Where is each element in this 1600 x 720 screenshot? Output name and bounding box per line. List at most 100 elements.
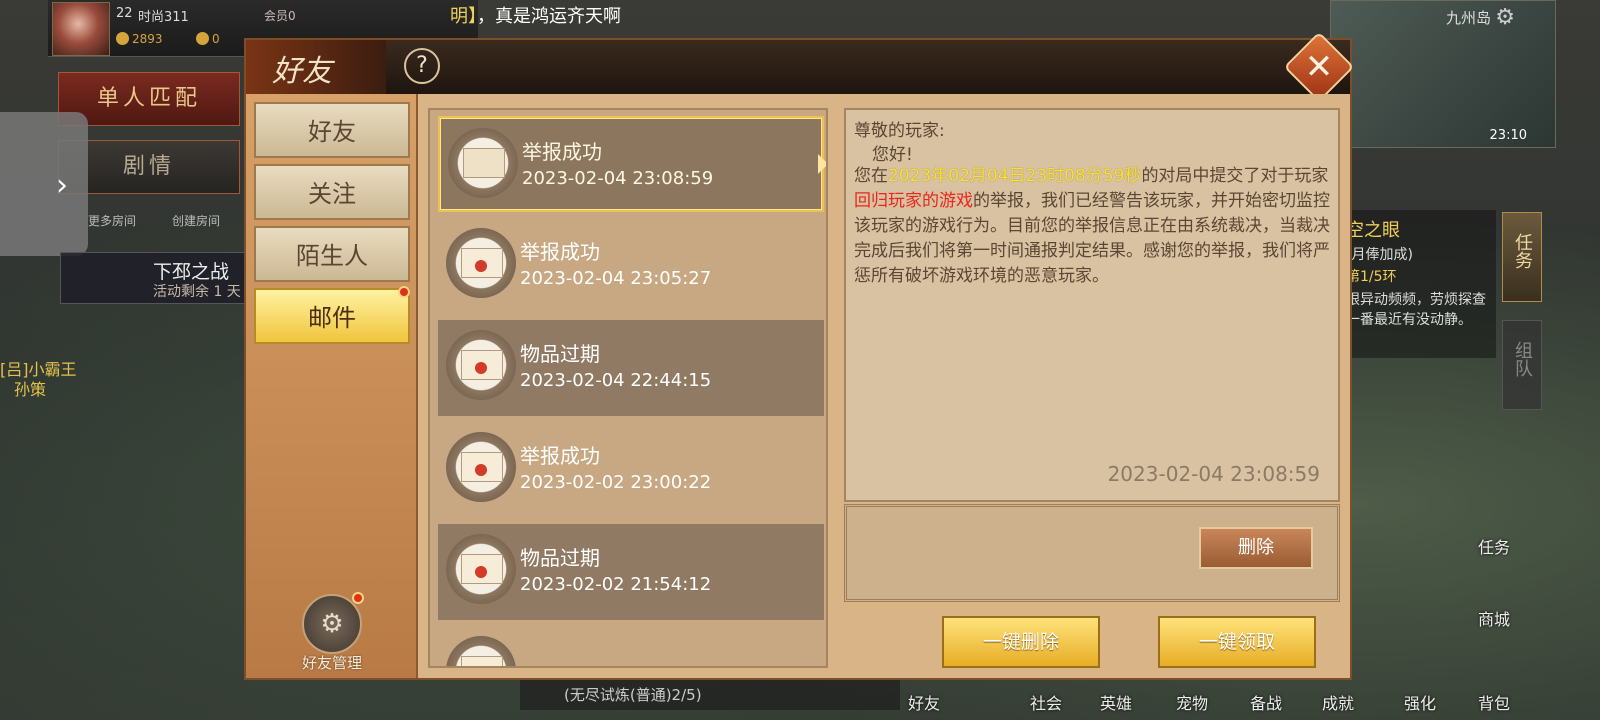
task-bonus: (月俸加成) — [1346, 247, 1413, 263]
location-label: 九州岛 — [1445, 9, 1491, 27]
bottom-nav-pets[interactable]: 宠物 — [1176, 690, 1208, 714]
gold-value: 0 — [212, 32, 220, 46]
mail-item[interactable]: 举报成功 2023-02-04 23:08:59 — [438, 116, 826, 212]
friends-nav: 好友 关注 陌生人 邮件 ⚙ 好友管理 — [246, 94, 419, 678]
mail-time: 2023-02-02 21:54:12 — [520, 574, 712, 595]
gear-icon[interactable]: ⚙ — [1495, 5, 1515, 30]
player-nameplate: [吕]小霸王 孙策 — [0, 360, 77, 400]
clock-label: 23:10 — [1489, 128, 1527, 143]
mail-item[interactable]: 举报成功 2023-02-04 23:05:27 — [438, 218, 824, 314]
mail-detail: 尊敬的玩家: 您好! 您在2023年02月04日23时08分59秒的对局中提交了… — [844, 108, 1340, 502]
mail-notification-dot — [398, 286, 410, 298]
mail-time: 2023-02-02 23:00:22 — [520, 472, 712, 493]
dialog-title: 好友 — [272, 54, 332, 89]
mail-title: 举报成功 — [522, 140, 602, 164]
body-part: 的对局中提交了对于玩家 — [1141, 166, 1329, 186]
mail-item[interactable]: 举报成功 2023-02-02 23:00:22 — [438, 422, 824, 518]
mail-title: 物品过期 — [520, 546, 600, 570]
envelope-icon — [446, 534, 516, 604]
body-game-name: 回归玩家的游戏 — [854, 191, 973, 211]
mail-greeting: 您好! — [872, 145, 913, 165]
marquee-highlight: 明】 — [450, 6, 477, 27]
help-icon[interactable]: ? — [404, 48, 440, 84]
coin-counter: 2893 — [116, 32, 163, 46]
gold-icon — [196, 32, 209, 45]
create-room-link[interactable]: 创建房间 — [172, 212, 220, 229]
bottom-nav-friends[interactable]: 好友 — [908, 690, 940, 714]
claim-all-button[interactable]: 一键领取 — [1158, 616, 1316, 668]
vip-badge: 会员0 — [264, 9, 296, 23]
bottom-nav-bag[interactable]: 背包 — [1478, 690, 1510, 714]
chevron-right-icon: › — [56, 168, 68, 203]
expand-panel-tab[interactable]: › — [0, 112, 88, 256]
player-level: 22 — [116, 6, 133, 21]
envelope-icon — [446, 228, 516, 298]
tab-friends[interactable]: 好友 — [254, 102, 410, 158]
envelope-open-icon — [448, 128, 518, 198]
right-nav-task[interactable]: 任务 — [1478, 534, 1510, 558]
bottom-nav-enhance[interactable]: 强化 — [1404, 690, 1436, 714]
nameplate-name: 孙策 — [14, 380, 47, 399]
task-title: 空之眼 — [1346, 220, 1400, 241]
coin-icon — [116, 32, 129, 45]
mail-item[interactable]: 物品过期 2023-02-04 22:44:15 — [438, 320, 824, 416]
event-subtitle: 活动剩余 1 天 — [153, 284, 241, 300]
mail-title: 物品过期 — [520, 342, 600, 366]
body-date: 2023年02月04日23时08分59秒 — [888, 166, 1142, 186]
attachment-area: 删除 — [844, 504, 1340, 602]
envelope-icon — [446, 432, 516, 502]
body-part: 您在 — [854, 166, 888, 186]
title-plate: 好友 — [246, 40, 386, 94]
mail-salutation: 尊敬的玩家: — [854, 121, 945, 141]
mail-time: 2023-02-04 23:05:27 — [520, 268, 712, 289]
close-button[interactable]: ✕ — [1283, 31, 1355, 103]
dialog-header: 好友 ? ✕ — [246, 31, 1355, 103]
envelope-icon — [446, 636, 516, 666]
bottom-nav-social[interactable]: 社会 — [1030, 690, 1062, 714]
coin-value: 2893 — [132, 32, 163, 46]
friend-manager-button[interactable]: ⚙ — [302, 594, 362, 654]
mail-item[interactable]: 物品过期 2023-02-02 21:54:12 — [438, 524, 824, 620]
bottom-nav-heroes[interactable]: 英雄 — [1100, 690, 1132, 714]
mail-body: 您在2023年02月04日23时08分59秒的对局中提交了对于玩家回归玩家的游戏… — [854, 164, 1330, 289]
delete-mail-button[interactable]: 删除 — [1199, 527, 1313, 569]
tab-follow[interactable]: 关注 — [254, 164, 410, 220]
player-avatar[interactable] — [52, 2, 110, 56]
gold-counter: 0 — [196, 32, 220, 46]
bottom-nav-achievements[interactable]: 成就 — [1322, 690, 1354, 714]
mail-time: 2023-02-04 22:44:15 — [520, 370, 712, 391]
task-progress: 第1/5环 — [1346, 269, 1397, 285]
mail-time: 2023-02-04 23:08:59 — [522, 168, 714, 189]
tab-strangers[interactable]: 陌生人 — [254, 226, 410, 282]
envelope-icon — [446, 330, 516, 400]
mail-sent-time: 2023-02-04 23:08:59 — [1107, 462, 1320, 486]
tab-task-label: 任务 — [1512, 233, 1533, 269]
mail-list[interactable]: 举报成功 2023-02-04 23:08:59 举报成功 2023-02-04… — [428, 108, 828, 668]
friends-dialog: 好友 ? ✕ 好友 关注 陌生人 邮件 ⚙ 好友管理 举报成功 2023-02-… — [244, 31, 1355, 680]
friend-manager-label: 好友管理 — [301, 654, 362, 672]
task-tracker[interactable]: 空之眼 (月俸加成) 第1/5环 眼异动频频，劳烦探查一番最近有没动静。 — [1328, 210, 1496, 358]
tab-task[interactable]: 任务 — [1502, 212, 1542, 302]
mail-content: 举报成功 2023-02-04 23:08:59 举报成功 2023-02-04… — [418, 94, 1350, 678]
right-nav-shop[interactable]: 商城 — [1478, 606, 1510, 630]
tab-mail[interactable]: 邮件 — [254, 288, 410, 344]
manager-notification-dot — [352, 592, 364, 604]
bottom-nav-prepare[interactable]: 备战 — [1250, 690, 1282, 714]
nameplate-title: [吕]小霸王 — [0, 360, 77, 379]
close-icon: ✕ — [1304, 47, 1334, 87]
event-banner[interactable]: 下邳之战 活动剩余 1 天 — [60, 252, 252, 304]
bottom-quest-tracker[interactable]: (无尽试炼(普通)2/5) — [520, 680, 900, 710]
selected-arrow-icon — [818, 154, 826, 174]
mail-title: 举报成功 — [520, 240, 600, 264]
delete-all-button[interactable]: 一键删除 — [942, 616, 1100, 668]
tab-team[interactable]: 组队 — [1502, 320, 1542, 410]
more-rooms-link[interactable]: 更多房间 — [88, 212, 136, 229]
user-settings-icon: ⚙ — [320, 609, 344, 639]
minimap[interactable]: 九州岛 ⚙ 23:10 — [1330, 0, 1556, 148]
tab-team-label: 组队 — [1512, 341, 1533, 377]
broadcast-marquee: 明】，真是鸿运齐天啊 — [450, 2, 621, 28]
task-description: 眼异动频频，劳烦探查一番最近有没动静。 — [1346, 292, 1486, 328]
mail-item-partial[interactable] — [438, 626, 824, 666]
marquee-text: ，真是鸿运齐天啊 — [477, 6, 621, 27]
player-name: 时尚311 — [138, 10, 189, 25]
